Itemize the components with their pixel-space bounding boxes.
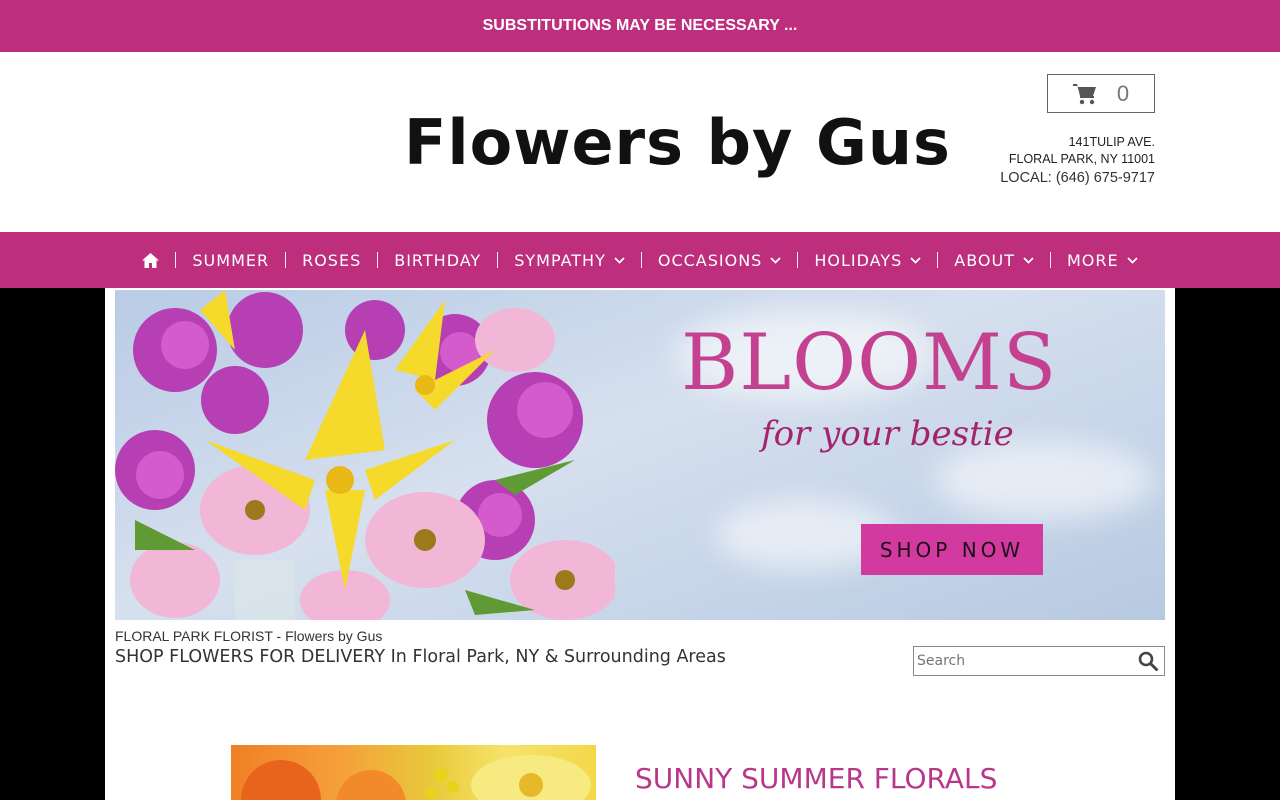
nav-item-summer[interactable]: SUMMER [176, 251, 285, 270]
nav-divider [640, 252, 642, 268]
nav-item-more[interactable]: MORE [1051, 251, 1154, 270]
shopping-cart-icon [1072, 83, 1096, 104]
nav-label: ROSES [302, 250, 362, 270]
nav-item-occasions[interactable]: OCCASIONS [642, 251, 797, 270]
nav-label: OCCASIONS [657, 250, 763, 270]
featured-title[interactable]: SUNNY SUMMER FLORALS [635, 762, 997, 795]
nav-divider [497, 252, 499, 268]
cart-button[interactable]: 0 [1047, 74, 1155, 113]
address-street: 141TULIP AVE. [1068, 135, 1155, 149]
main-nav: SUMMER ROSES BIRTHDAY SYMPATHY OCCASIONS… [0, 232, 1280, 288]
phone-number[interactable]: LOCAL: (646) 675-9717 [1000, 168, 1155, 188]
nav-label: BIRTHDAY [394, 250, 482, 270]
hero-banner[interactable]: BLOOMS for your bestie SHOP NOW [115, 290, 1165, 620]
nav-label: SYMPATHY [514, 250, 606, 270]
store-address: 141TULIP AVE. FLORAL PARK, NY 11001 LOCA… [1000, 134, 1155, 188]
search-icon[interactable] [1138, 651, 1158, 671]
nav-label: MORE [1066, 250, 1119, 270]
site-logo[interactable]: Flowers by Gus [404, 106, 951, 179]
nav-divider [797, 252, 799, 268]
search-box [913, 646, 1165, 676]
nav-divider [175, 252, 177, 268]
site-header: Flowers by Gus 0 141TULIP AVE. FLORAL PA… [0, 52, 1280, 232]
nav-item-about[interactable]: ABOUT [938, 251, 1050, 270]
nav-divider [1049, 252, 1051, 268]
chevron-down-icon [1126, 256, 1138, 264]
home-icon [142, 252, 160, 268]
nav-item-birthday[interactable]: BIRTHDAY [378, 251, 497, 270]
nav-item-holidays[interactable]: HOLIDAYS [798, 251, 937, 270]
page-heading: SHOP FLOWERS FOR DELIVERY In Floral Park… [115, 647, 726, 667]
nav-label: HOLIDAYS [814, 250, 903, 270]
address-city: FLORAL PARK, NY 11001 [1008, 152, 1155, 166]
florist-tagline: FLORAL PARK FLORIST - Flowers by Gus [115, 628, 383, 644]
main-content: BLOOMS for your bestie SHOP NOW FLORAL P… [105, 288, 1175, 800]
featured-product-image[interactable] [231, 745, 596, 800]
product-photo-flowers [241, 755, 591, 800]
nav-divider [285, 252, 287, 268]
announcement-text: SUBSTITUTIONS MAY BE NECESSARY ... [482, 17, 798, 34]
chevron-down-icon [910, 256, 921, 264]
nav-divider [937, 252, 939, 268]
nav-divider [377, 252, 379, 268]
banner-headline: BLOOMS [681, 318, 1058, 408]
nav-item-sympathy[interactable]: SYMPATHY [498, 251, 641, 270]
nav-label: ABOUT [954, 250, 1015, 270]
chevron-down-icon [1023, 256, 1034, 264]
search-input[interactable] [914, 647, 1138, 675]
chevron-down-icon [770, 256, 781, 264]
banner-subheadline: for your bestie [761, 414, 1014, 454]
flower-bouquet-image [115, 290, 615, 620]
announcement-bar: SUBSTITUTIONS MAY BE NECESSARY ... [0, 0, 1280, 52]
cart-count: 0 [1116, 80, 1130, 106]
nav-item-roses[interactable]: ROSES [286, 251, 377, 270]
chevron-down-icon [614, 256, 625, 264]
shop-now-button[interactable]: SHOP NOW [861, 524, 1043, 575]
nav-label: SUMMER [192, 250, 270, 270]
nav-home[interactable] [126, 252, 175, 268]
